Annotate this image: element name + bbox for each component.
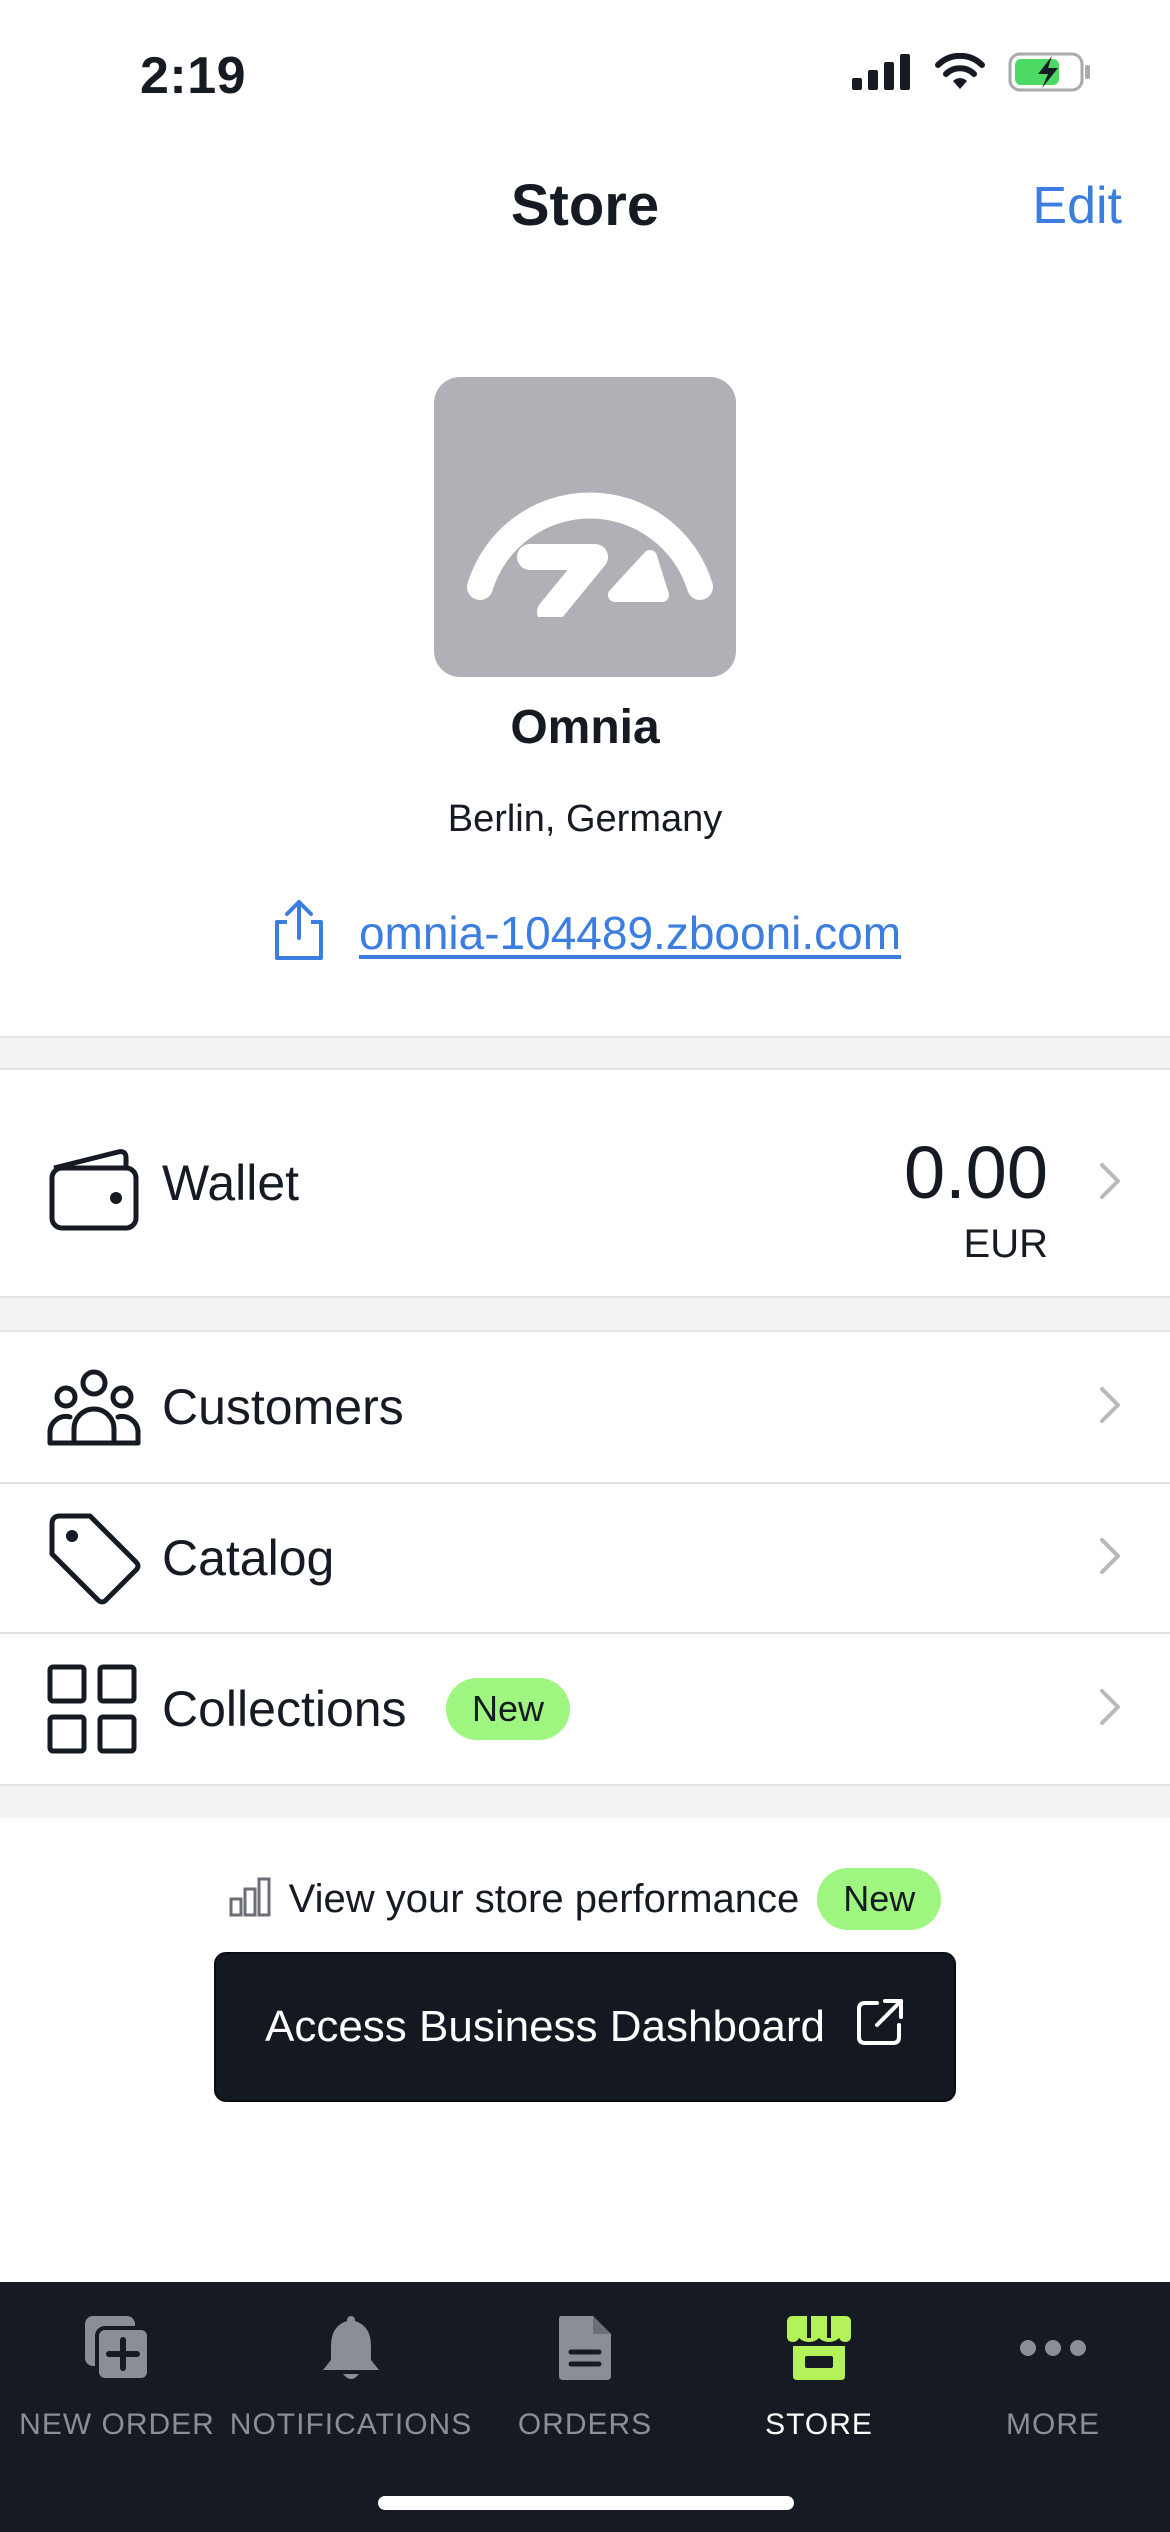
- grid-icon: [46, 1663, 138, 1755]
- wallet-label: Wallet: [162, 1155, 300, 1211]
- battery-charging-icon: [1008, 52, 1092, 97]
- new-badge: New: [817, 1868, 942, 1930]
- new-order-icon: [81, 2308, 153, 2388]
- store-url-link[interactable]: omnia-104489.zbooni.com: [359, 906, 901, 960]
- tab-label: NOTIFICATIONS: [229, 2408, 473, 2441]
- wifi-icon: [934, 52, 986, 96]
- nav-header: Store Edit: [0, 160, 1170, 260]
- wallet-currency: EUR: [963, 1222, 1048, 1266]
- catalog-label: Catalog: [162, 1530, 335, 1586]
- store-name: Omnia: [510, 701, 660, 754]
- section-divider: [0, 1784, 1170, 1818]
- tab-label: MORE: [1006, 2408, 1100, 2441]
- performance-row: View your store performance New: [0, 1868, 1170, 1930]
- external-link-icon: [855, 1997, 905, 2058]
- section-divider: [0, 1296, 1170, 1332]
- customers-icon: [46, 1367, 142, 1447]
- customers-row[interactable]: Customers: [0, 1332, 1170, 1482]
- tab-label: STORE: [765, 2408, 873, 2441]
- status-time: 2:19: [140, 47, 247, 105]
- collections-row[interactable]: Collections New: [0, 1634, 1170, 1784]
- bar-chart-icon: [229, 1877, 271, 1922]
- page-title: Store: [510, 173, 660, 238]
- business-dashboard-button[interactable]: Access Business Dashboard: [214, 1952, 956, 2102]
- tab-notifications[interactable]: NOTIFICATIONS: [230, 2282, 471, 2462]
- chevron-right-icon: [1098, 1536, 1122, 1581]
- customers-label: Customers: [162, 1379, 404, 1435]
- tab-new-order[interactable]: NEW ORDER: [0, 2282, 234, 2462]
- collections-label: Collections: [162, 1681, 407, 1737]
- zbooni-logo-icon: [467, 492, 713, 617]
- performance-text: View your store performance: [288, 1876, 800, 1921]
- tab-label: NEW ORDER: [19, 2408, 215, 2441]
- status-icons: [852, 52, 1092, 97]
- tab-more[interactable]: MORE: [936, 2282, 1170, 2462]
- catalog-row[interactable]: Catalog: [0, 1484, 1170, 1632]
- section-divider: [0, 1036, 1170, 1070]
- wallet-icon: [46, 1146, 142, 1232]
- status-bar: 2:19: [0, 0, 1170, 150]
- edit-button[interactable]: Edit: [1032, 176, 1122, 236]
- dashboard-button-label: Access Business Dashboard: [264, 2002, 826, 2051]
- storefront-icon: [783, 2308, 855, 2388]
- tag-icon: [46, 1510, 142, 1606]
- signal-icon: [852, 54, 912, 95]
- home-indicator: [378, 2496, 794, 2510]
- wallet-amount: 0.00: [903, 1131, 1048, 1214]
- tab-bar: NEW ORDER NOTIFICATIONS ORDERS STORE MOR…: [0, 2282, 1170, 2532]
- tab-orders[interactable]: ORDERS: [468, 2282, 702, 2462]
- store-location: Berlin, Germany: [447, 798, 723, 840]
- wallet-balance: 0.00 EUR: [904, 1136, 1048, 1267]
- chevron-right-icon: [1098, 1687, 1122, 1732]
- tab-store[interactable]: STORE: [702, 2282, 936, 2462]
- store-logo[interactable]: [434, 377, 736, 677]
- document-icon: [555, 2308, 615, 2388]
- new-badge: New: [446, 1678, 571, 1740]
- share-icon[interactable]: [269, 898, 329, 967]
- tab-label: ORDERS: [517, 2408, 653, 2441]
- chevron-right-icon: [1098, 1161, 1122, 1206]
- store-link-row: omnia-104489.zbooni.com: [0, 898, 1170, 967]
- chevron-right-icon: [1098, 1385, 1122, 1430]
- more-dots-icon: [1018, 2308, 1088, 2388]
- bell-icon: [315, 2308, 387, 2388]
